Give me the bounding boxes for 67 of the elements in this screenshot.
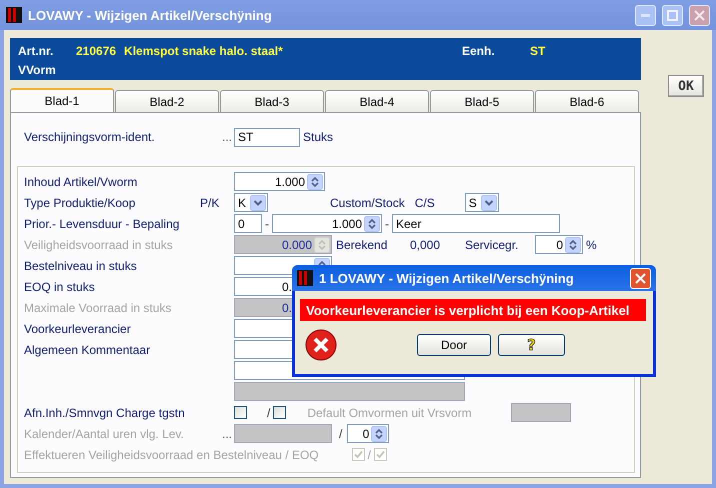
number-field[interactable]: 1.000 [234,172,325,191]
error-message: Voorkeurleverancier is verplicht bij een Koop-Artikel [300,299,646,321]
field-label: Default Omvormen uit Vrsvorm [307,406,473,420]
separator: / [267,406,270,420]
field-label: Berekend [336,238,388,252]
article-number: 210676 [76,44,116,58]
close-icon [635,272,646,284]
field-label: Effektueren Veiligheidsvoorraad en Bestelniveau / EOQ [24,448,319,462]
spin-arrows-icon[interactable] [371,426,388,442]
close-icon [694,10,705,20]
unit-label: Stuks [303,130,334,144]
tab[interactable]: Blad-5 [430,90,534,112]
number-field[interactable]: 1.000 [272,214,382,233]
field-label: Bestelniveau in stuks [24,258,138,272]
lookup-dots: ... [220,130,233,144]
text-field[interactable]: 0 [234,214,262,233]
field-label: Voorkeurleverancier [24,322,132,336]
field-label: Algemeen Kommentaar [24,342,152,356]
percent-sign: % [586,238,597,252]
text-field[interactable]: ST [234,128,300,146]
lookup-dots: ... [220,426,233,440]
field-label: Art.nr. [18,44,54,58]
field-label: Veiligheidsvoorraad in stuks [24,238,174,252]
checkbox[interactable] [273,406,286,419]
field-label: EOQ in stuks [24,280,96,294]
unit-value: ST [530,44,546,58]
spin-arrows-icon[interactable] [307,174,323,190]
text-field[interactable]: Keer [392,214,560,233]
tab[interactable]: Blad-2 [115,90,219,112]
dropdown[interactable]: S [464,193,499,212]
dropdown[interactable]: K [234,193,268,212]
separator: / [368,448,371,462]
tab[interactable]: Blad-1 [10,88,114,112]
calculated-value: 0,000 [410,238,442,252]
window-title: LOVAWY - Wijzigen Artikel/Verschÿning [28,8,273,22]
field-label: VVorm [18,62,57,76]
tab[interactable]: Blad-4 [325,90,429,112]
text-field[interactable] [234,424,332,443]
field-label: Verschijningsvorm-ident. [24,130,156,144]
field-label: Type Produktie/Koop [24,196,136,210]
checkbox[interactable] [234,406,247,419]
separator: / [339,426,342,440]
field-label: C/S [414,196,435,210]
field-label: Eenh. [462,44,496,58]
field-label: Prior.- Levensduur - Bepaling [24,216,180,230]
field-label: Kalender/Aantal uren vlg. Lev. [24,426,185,440]
maximize-icon [667,10,678,20]
spin-arrows-icon[interactable] [364,216,380,232]
minimize-icon [641,14,650,16]
tab[interactable]: Blad-3 [220,90,324,112]
separator: - [385,216,389,230]
field-label: Servicegr. [465,238,520,252]
app-icon [6,7,22,23]
field-label: P/K [200,196,220,210]
article-name: Klemspot snake halo. staal* [124,44,283,58]
separator: - [265,216,269,230]
text-field[interactable] [511,403,572,422]
field-label: Custom/Stock [330,196,405,210]
error-icon [305,329,337,361]
field-label: Afn.Inh./Smnvgn Charge tgstn [24,406,186,420]
spin-arrows-icon[interactable] [565,236,581,252]
continue-button[interactable]: Door [417,334,491,356]
field-label: Inhoud Artikel/Vworm [24,174,138,188]
tab[interactable]: Blad-6 [535,90,639,112]
ok-button[interactable]: OK [668,75,704,97]
field-label: Maximale Voorraad in stuks [24,300,172,314]
app-icon [297,270,313,286]
